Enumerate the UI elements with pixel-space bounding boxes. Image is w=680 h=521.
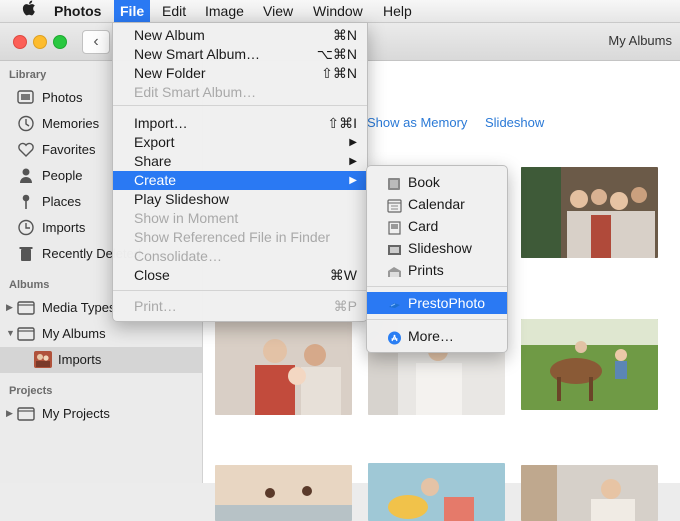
submenu-item-more[interactable]: More…: [367, 325, 507, 347]
prints-icon: [387, 263, 402, 277]
projects-header: Projects: [9, 385, 53, 397]
sidebar-item-label: Memories: [42, 116, 100, 131]
menu-view[interactable]: View: [257, 0, 299, 22]
slideshow-icon: [387, 241, 402, 255]
close-window-button[interactable]: [13, 35, 27, 49]
submenu-item-book[interactable]: Book: [367, 171, 507, 193]
person-icon: [17, 167, 35, 184]
sidebar-item-my-projects[interactable]: ▶ My Projects: [0, 401, 202, 427]
disclosure-right-icon[interactable]: ▶: [6, 408, 13, 419]
memories-icon: [17, 115, 35, 132]
prestophoto-icon: [387, 296, 402, 310]
sidebar-item-label: People: [42, 168, 83, 183]
sidebar-item-label: Places: [42, 194, 82, 209]
submenu-item-slideshow[interactable]: Slideshow: [367, 237, 507, 259]
clock-icon: [17, 219, 35, 236]
menu-item-close[interactable]: Close ⌘W: [113, 266, 367, 285]
sidebar-item-label: Photos: [42, 90, 83, 105]
menu-file[interactable]: File: [114, 0, 151, 22]
menu-item-play-slideshow[interactable]: Play Slideshow: [113, 190, 367, 209]
window-title: My Albums: [608, 33, 672, 48]
show-as-memory-link[interactable]: Show as Memory: [367, 115, 467, 130]
disclosure-down-icon[interactable]: ▼: [6, 328, 15, 338]
submenu-arrow-icon: ▶: [349, 156, 357, 167]
menu-separator: [367, 319, 507, 320]
menu-item-show-referenced-file: Show Referenced File in Finder: [134, 229, 331, 245]
heart-icon: [17, 141, 35, 158]
menu-item-new-smart-album[interactable]: New Smart Album… ⌥⌘N: [113, 45, 367, 64]
menu-edit[interactable]: Edit: [156, 0, 192, 22]
sidebar-item-label: My Projects: [42, 406, 110, 421]
menu-photos[interactable]: Photos: [48, 0, 107, 22]
card-icon: [387, 219, 402, 235]
menu-item-edit-smart-album: Edit Smart Album…: [134, 84, 257, 100]
minimize-window-button[interactable]: [33, 35, 47, 49]
calendar-icon: [387, 197, 402, 213]
menu-item-new-folder[interactable]: New Folder ⇧⌘N: [113, 64, 367, 83]
submenu-arrow-icon: ▶: [349, 137, 357, 148]
menu-item-import[interactable]: Import… ⇧⌘I: [113, 114, 367, 133]
submenu-item-card[interactable]: Card: [367, 215, 507, 237]
album-thumbnail: [34, 351, 52, 368]
submenu-item-calendar[interactable]: Calendar: [367, 193, 507, 215]
submenu-item-prestophoto[interactable]: PrestoPhoto: [367, 292, 507, 314]
menu-item-share[interactable]: Share ▶: [113, 152, 367, 171]
photo-thumbnail[interactable]: [215, 321, 352, 415]
submenu-arrow-icon: ▶: [349, 175, 357, 186]
menu-item-new-album[interactable]: New Album ⌘N: [113, 26, 367, 45]
photo-thumbnail[interactable]: [521, 319, 658, 410]
menu-separator: [113, 290, 367, 291]
sidebar-item-my-albums[interactable]: ▼ My Albums: [0, 321, 202, 347]
slideshow-link[interactable]: Slideshow: [485, 115, 544, 130]
menu-item-show-in-moment: Show in Moment: [134, 210, 239, 226]
folder-icon: [17, 299, 35, 316]
back-button[interactable]: ‹: [82, 30, 110, 54]
menu-item-consolidate: Consolidate…: [134, 248, 222, 264]
trash-icon: [17, 245, 35, 262]
menu-separator: [367, 286, 507, 287]
file-menu: New Album ⌘N New Smart Album… ⌥⌘N New Fold…: [112, 22, 368, 322]
menu-item-create[interactable]: Create ▶: [113, 171, 367, 190]
menu-item-print: Print… ⌘P: [134, 298, 357, 314]
apple-icon[interactable]: [16, 0, 42, 22]
photo-thumbnail[interactable]: [215, 465, 352, 521]
menu-window[interactable]: Window: [307, 0, 369, 22]
zoom-window-button[interactable]: [53, 35, 67, 49]
book-icon: [387, 175, 402, 190]
albums-header: Albums: [9, 279, 50, 291]
menu-item-export[interactable]: Export ▶: [113, 133, 367, 152]
sidebar-item-label: My Albums: [42, 326, 106, 341]
menu-separator: [113, 105, 367, 106]
sidebar-item-label: Imports: [42, 220, 86, 235]
sidebar-item-album-imports[interactable]: Imports: [0, 347, 202, 373]
folder-icon: [17, 405, 35, 422]
photos-icon: [17, 89, 35, 106]
photo-thumbnail[interactable]: [521, 167, 658, 258]
sidebar-item-label: Media Types: [42, 300, 116, 315]
submenu-item-prints[interactable]: Prints: [367, 259, 507, 281]
sidebar-item-label: Favorites: [42, 142, 96, 157]
folder-icon: [17, 325, 35, 342]
menu-help[interactable]: Help: [377, 0, 418, 22]
photo-thumbnail[interactable]: [368, 463, 505, 521]
pin-icon: [17, 193, 35, 210]
library-header: Library: [9, 69, 47, 81]
photo-thumbnail[interactable]: [521, 465, 658, 521]
create-submenu: Book Calendar Card Slideshow Prints Pres…: [366, 165, 508, 353]
menu-image[interactable]: Image: [199, 0, 250, 22]
sidebar-item-label: Imports: [58, 352, 102, 367]
app-store-icon: [387, 329, 402, 345]
menu-bar: Photos File Edit Image View Window Help: [0, 0, 680, 23]
disclosure-right-icon[interactable]: ▶: [6, 302, 13, 313]
